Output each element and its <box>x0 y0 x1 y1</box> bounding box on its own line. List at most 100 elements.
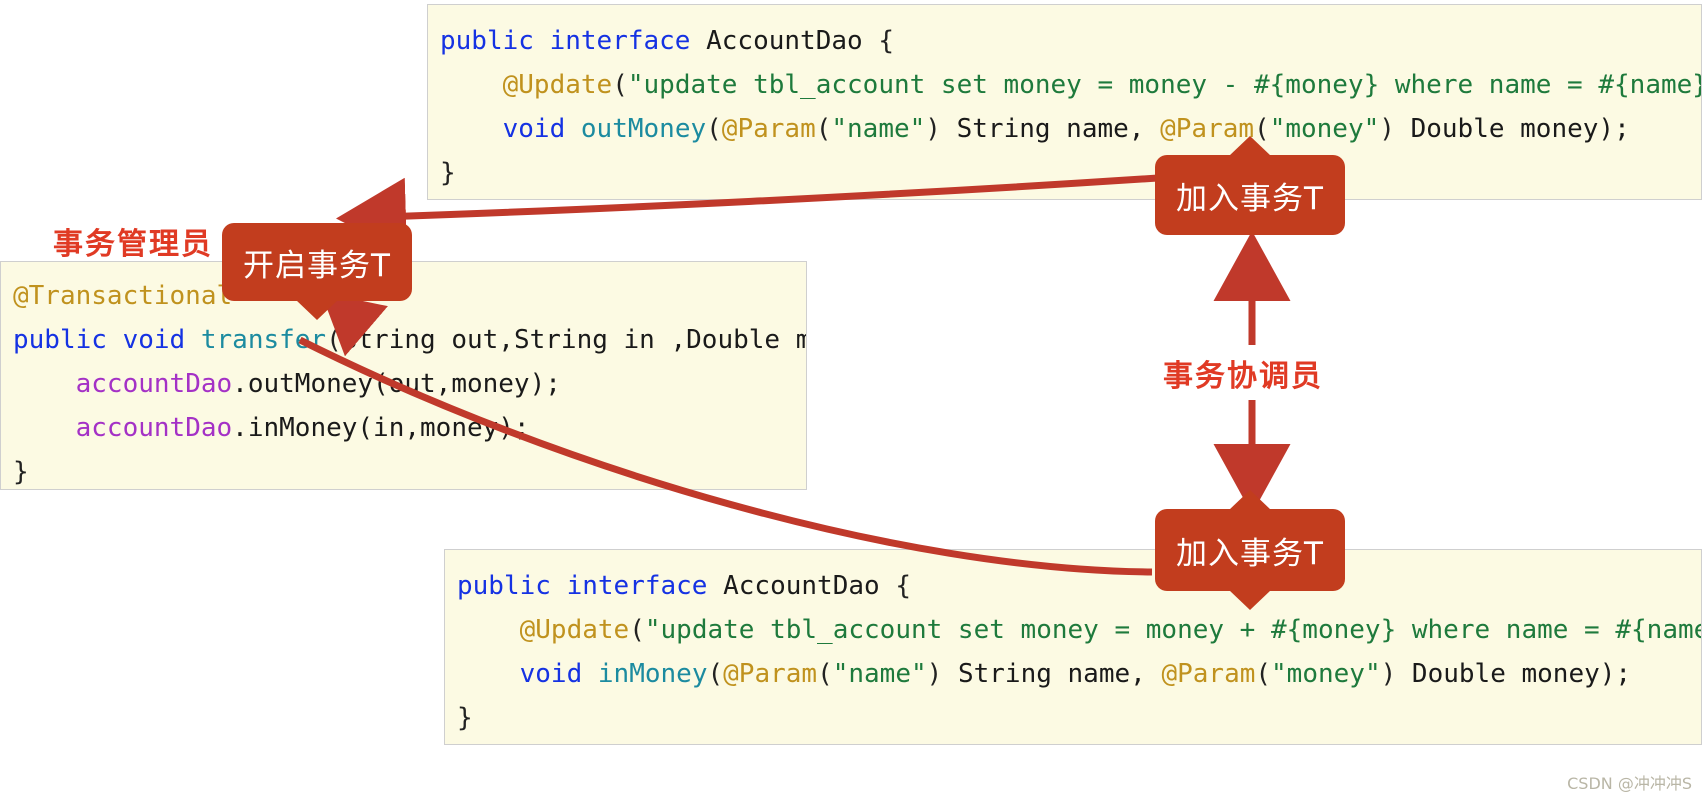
code-line: @Update("update tbl_account set money = … <box>457 608 1701 652</box>
badge-join-bottom-label: 加入事务T <box>1176 535 1324 572</box>
code-token: { <box>862 26 894 56</box>
label-transaction-manager: 事务管理员 <box>53 227 213 262</box>
code-token: transfer <box>200 325 327 355</box>
code-line: void outMoney(@Param("name") String name… <box>440 107 1701 151</box>
code-line: void inMoney(@Param("name") String name,… <box>457 652 1701 696</box>
code-line: @Update("update tbl_account set money = … <box>440 63 1701 107</box>
code-token: ) <box>925 114 957 144</box>
code-token: Double <box>686 325 781 355</box>
badge-tail-up-icon-2 <box>1229 490 1271 510</box>
code-token: "money" <box>1271 659 1381 689</box>
code-token: ) <box>1380 659 1412 689</box>
code-token: public <box>13 325 107 355</box>
code-token: inMoney <box>597 659 708 689</box>
code-token: "name" <box>831 114 926 144</box>
badge-tail-up-icon <box>1229 136 1271 156</box>
code-token: out, <box>435 325 514 355</box>
code-token: @Transactional <box>13 281 233 311</box>
code-token: ( <box>817 659 833 689</box>
code-token: String <box>957 659 1052 689</box>
code-token: "update tbl_account set money = money - … <box>627 70 1702 100</box>
code-token: AccountDao <box>706 26 863 56</box>
code-token: { <box>879 571 911 601</box>
badge-tail-down-icon-2 <box>1229 590 1271 610</box>
code-token: .outMoney(out,money); <box>232 369 561 399</box>
code-token: interface <box>566 571 708 601</box>
code-line: public void transfer(String out,String i… <box>13 318 806 362</box>
code-panel-in-money: public interface AccountDao { @Update("u… <box>444 549 1702 745</box>
code-token: "money" <box>1269 114 1380 144</box>
code-token: "update tbl_account set money = money + … <box>644 615 1702 645</box>
code-token: } <box>457 703 473 733</box>
code-token: ( <box>706 114 722 144</box>
code-token: void <box>122 325 186 355</box>
code-token: public <box>457 571 551 601</box>
code-line: } <box>440 151 1701 195</box>
code-token: @Update <box>502 70 613 100</box>
code-token: ( <box>629 615 645 645</box>
code-token: Double <box>1411 659 1506 689</box>
code-panel-out-money: public interface AccountDao { @Update("u… <box>427 4 1702 200</box>
badge-join-top-label: 加入事务T <box>1176 180 1324 217</box>
badge-join-transaction-top[interactable]: 加入事务T <box>1155 136 1345 235</box>
code-token: name, <box>1050 114 1161 144</box>
code-token: accountDao <box>75 413 233 443</box>
badge-tail-down-icon <box>296 300 338 320</box>
code-token: outMoney <box>580 114 707 144</box>
badge-start-transaction-label: 开启事务T <box>243 247 391 284</box>
code-line: public interface AccountDao { <box>457 564 1701 608</box>
code-token: "name" <box>832 659 927 689</box>
code-token: AccountDao <box>723 571 880 601</box>
code-token: void <box>502 114 566 144</box>
code-line: accountDao.outMoney(out,money); <box>13 362 806 406</box>
label-transaction-coordinator: 事务协调员 <box>1163 359 1323 394</box>
code-token: money) { <box>780 325 806 355</box>
code-token: ( <box>707 659 724 689</box>
code-token: @Param <box>723 659 818 689</box>
code-token: @Param <box>721 114 816 144</box>
code-token: ( <box>326 325 342 355</box>
badge-start-transaction[interactable]: 开启事务T <box>222 223 412 320</box>
code-token: ( <box>612 70 628 100</box>
code-line: accountDao.inMoney(in,money); <box>13 406 806 450</box>
code-token: name, <box>1051 659 1162 689</box>
badge-join-transaction-bottom[interactable]: 加入事务T <box>1155 490 1345 610</box>
code-token: ) <box>1379 114 1411 144</box>
code-token: interface <box>549 26 691 56</box>
code-token: .inMoney(in,money); <box>232 413 530 443</box>
code-token: void <box>519 659 583 689</box>
code-line: public interface AccountDao { <box>440 19 1701 63</box>
code-token: } <box>13 457 29 487</box>
code-token: } <box>440 158 456 188</box>
code-token: @Update <box>519 615 630 645</box>
watermark-credit: CSDN @冲冲冲S <box>1567 774 1692 793</box>
code-token: money); <box>1505 659 1632 689</box>
code-token: String <box>513 325 608 355</box>
code-token: @Param <box>1161 659 1256 689</box>
code-line: } <box>13 450 806 489</box>
code-token: accountDao <box>75 369 233 399</box>
code-token: ( <box>815 114 832 144</box>
code-token: ) <box>926 659 958 689</box>
code-token: ( <box>1255 659 1272 689</box>
code-token: String <box>341 325 436 355</box>
code-token: public <box>440 26 534 56</box>
code-token: money); <box>1504 114 1630 144</box>
code-token: Double <box>1410 114 1505 144</box>
code-line: } <box>457 696 1701 740</box>
code-token: in , <box>607 325 687 355</box>
code-token: String <box>956 114 1051 144</box>
